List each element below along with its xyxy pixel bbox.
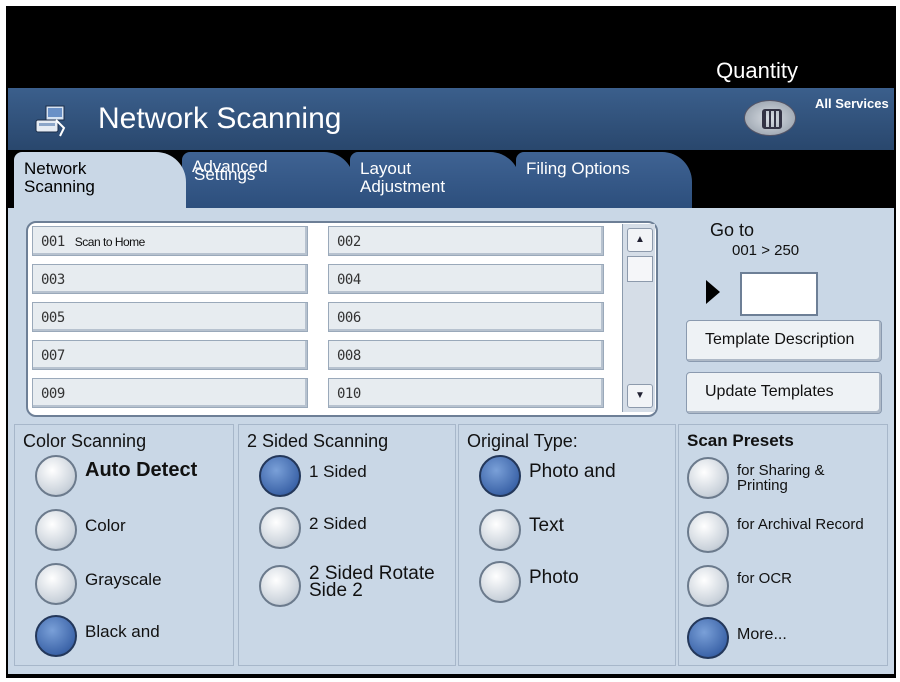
template-number: 003 (41, 272, 65, 288)
radio-indicator (35, 615, 77, 657)
group-title: Scan Presets (687, 431, 794, 450)
template-list-scrollbar[interactable]: ▲ ▼ (622, 224, 655, 412)
color-scanning-group: Color Scanning Auto Detect Color Graysca… (14, 424, 234, 666)
all-services-button[interactable] (744, 100, 796, 136)
template-slot[interactable]: 008 (328, 340, 604, 370)
template-slot[interactable]: 009 (32, 378, 308, 408)
original-type-group: Original Type: Photo and Text Photo (458, 424, 676, 666)
radio-label: Black and (85, 622, 160, 641)
radio-grayscale[interactable]: Grayscale (15, 563, 233, 613)
tab-label-line1: Network (24, 159, 87, 178)
template-slot[interactable]: 010 (328, 378, 604, 408)
page-title: Network Scanning (98, 102, 342, 135)
group-title: Color Scanning (23, 431, 147, 451)
radio-indicator (687, 565, 729, 607)
radio-label: for Archival Record (737, 516, 864, 533)
template-number: 004 (337, 272, 361, 288)
two-sided-scanning-group: 2 Sided Scanning 1 Sided 2 Sided 2 Sided… (238, 424, 456, 666)
template-number: 008 (337, 348, 361, 364)
goto-input[interactable] (740, 272, 818, 316)
template-number: 010 (337, 386, 361, 402)
radio-label: Photo and (529, 461, 616, 482)
radio-archival-record[interactable]: for Archival Record (679, 511, 887, 561)
tab-label-line2: Settings (194, 165, 256, 184)
radio-auto-detect[interactable]: Auto Detect (15, 455, 233, 505)
radio-label: Text (529, 515, 564, 536)
update-templates-button[interactable]: Update Templates (686, 372, 882, 414)
all-services-icon (762, 109, 782, 129)
radio-label: 2 Sided (309, 514, 367, 533)
radio-text[interactable]: Text (459, 509, 675, 559)
radio-2-sided[interactable]: 2 Sided (239, 507, 455, 557)
goto-range: 001 > 250 (732, 242, 800, 259)
template-number: 005 (41, 310, 65, 326)
scroll-down-button[interactable]: ▼ (627, 384, 653, 408)
radio-label: Color (85, 516, 126, 535)
radio-indicator (479, 561, 521, 603)
radio-indicator (479, 455, 521, 497)
template-slot[interactable]: 003 (32, 264, 308, 294)
radio-indicator (687, 457, 729, 499)
goto-label: Go to (710, 220, 755, 240)
radio-indicator (35, 509, 77, 551)
radio-indicator (35, 563, 77, 605)
radio-indicator (259, 565, 301, 607)
tab-filing-options[interactable]: Filing Options (516, 152, 692, 210)
radio-photo[interactable]: Photo (459, 561, 675, 611)
group-title: 2 Sided Scanning (247, 431, 389, 451)
radio-label: Photo (529, 567, 579, 588)
template-slot[interactable]: 002 (328, 226, 604, 256)
tab-label-line1: Layout (360, 159, 412, 178)
radio-more[interactable]: More... (679, 617, 887, 667)
template-number: 001 (41, 234, 65, 250)
radio-ocr[interactable]: for OCR (679, 565, 887, 615)
radio-color[interactable]: Color (15, 509, 233, 559)
template-description-button[interactable]: Template Description (686, 320, 882, 362)
radio-photo-and-text[interactable]: Photo and (459, 455, 675, 505)
quantity-label[interactable]: Quantity (716, 58, 798, 84)
radio-label: Grayscale (85, 570, 162, 589)
goto-arrow-icon (706, 280, 720, 304)
scan-presets-group: Scan Presets for Sharing & Printing for … (678, 424, 888, 666)
scroll-thumb[interactable] (627, 256, 653, 282)
radio-indicator (259, 507, 301, 549)
radio-label: Auto Detect (85, 459, 198, 481)
tab-advanced-settings[interactable]: Advanced Settings (182, 152, 354, 210)
radio-sharing-printing[interactable]: for Sharing & Printing (679, 457, 887, 507)
template-number: 007 (41, 348, 65, 364)
template-number: 002 (337, 234, 361, 250)
radio-label: 2 Sided Rotate Side 2 (309, 563, 435, 601)
all-services-label[interactable]: All Services (815, 96, 889, 111)
radio-label: for OCR (737, 570, 793, 587)
radio-indicator (35, 455, 77, 497)
tab-layout-adjustment[interactable]: Layout Adjustment (350, 152, 520, 210)
template-slot[interactable]: 005 (32, 302, 308, 332)
radio-label: for Sharing & Printing (737, 462, 825, 494)
template-slot[interactable]: 006 (328, 302, 604, 332)
template-slot[interactable]: 004 (328, 264, 604, 294)
radio-1-sided[interactable]: 1 Sided (239, 455, 455, 505)
tab-label: Filing Options (526, 159, 630, 178)
app-header: Network Scanning All Services (8, 88, 894, 150)
template-number: 006 (337, 310, 361, 326)
radio-black-and-white[interactable]: Black and (15, 615, 233, 665)
template-number: 009 (41, 386, 65, 402)
tab-network-scanning[interactable]: Network Scanning (14, 152, 186, 212)
template-name: Scan to Home (74, 235, 146, 249)
status-bar: Quantity (6, 6, 896, 88)
radio-indicator (259, 455, 301, 497)
radio-label: More... (737, 626, 787, 643)
radio-indicator (687, 617, 729, 659)
radio-2-sided-rotate[interactable]: 2 Sided Rotate Side 2 (239, 563, 455, 615)
tab-label-line2: Adjustment (360, 177, 446, 196)
tab-label-line2: Scanning (24, 177, 95, 196)
radio-indicator (687, 511, 729, 553)
radio-indicator (479, 509, 521, 551)
template-slot[interactable]: 001 Scan to Home (32, 226, 308, 256)
network-scanning-icon (35, 105, 66, 137)
scroll-up-button[interactable]: ▲ (627, 228, 653, 252)
group-title: Original Type: (467, 431, 578, 451)
radio-label: 1 Sided (309, 462, 367, 481)
template-slot[interactable]: 007 (32, 340, 308, 370)
